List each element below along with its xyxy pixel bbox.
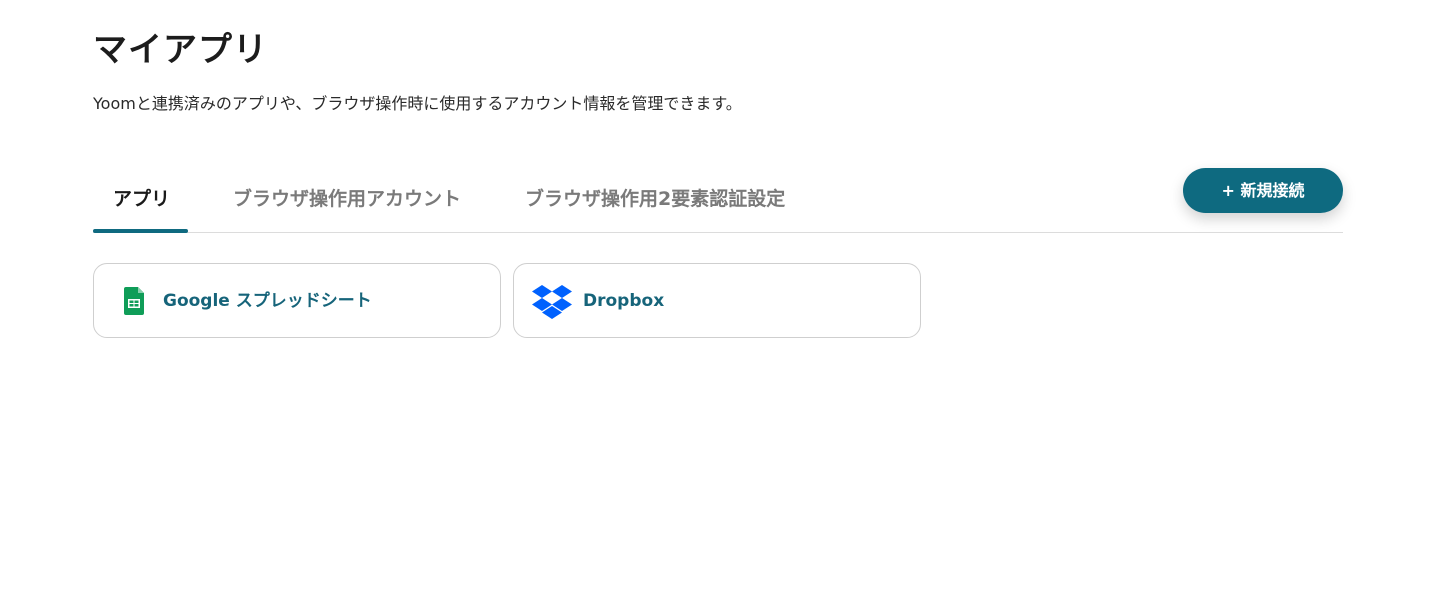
new-connection-button[interactable]: + 新規接続 [1183, 168, 1343, 213]
page-subtitle: Yoomと連携済みのアプリや、ブラウザ操作時に使用するアカウント情報を管理できま… [93, 94, 742, 113]
tab-browser-2fa-settings[interactable]: ブラウザ操作用2要素認証設定 [525, 172, 785, 232]
my-apps-page: マイアプリ Yoomと連携済みのアプリや、ブラウザ操作時に使用するアカウント情報… [0, 0, 1448, 589]
dropbox-icon [532, 285, 572, 319]
tab-apps[interactable]: アプリ [113, 172, 188, 232]
app-card-label: Google スプレッドシート [163, 291, 372, 311]
active-tab-indicator [93, 229, 188, 233]
app-card-label: Dropbox [583, 291, 665, 311]
tab-bar: アプリ ブラウザ操作用アカウント ブラウザ操作用2要素認証設定 [93, 172, 1343, 233]
google-sheets-icon [124, 287, 144, 315]
app-card-google-sheets[interactable]: Google スプレッドシート [93, 263, 501, 338]
page-title: マイアプリ [93, 30, 268, 70]
tab-browser-accounts[interactable]: ブラウザ操作用アカウント [233, 172, 461, 232]
app-card-dropbox[interactable]: Dropbox [513, 263, 921, 338]
tab-apps-container: アプリ [93, 172, 188, 233]
